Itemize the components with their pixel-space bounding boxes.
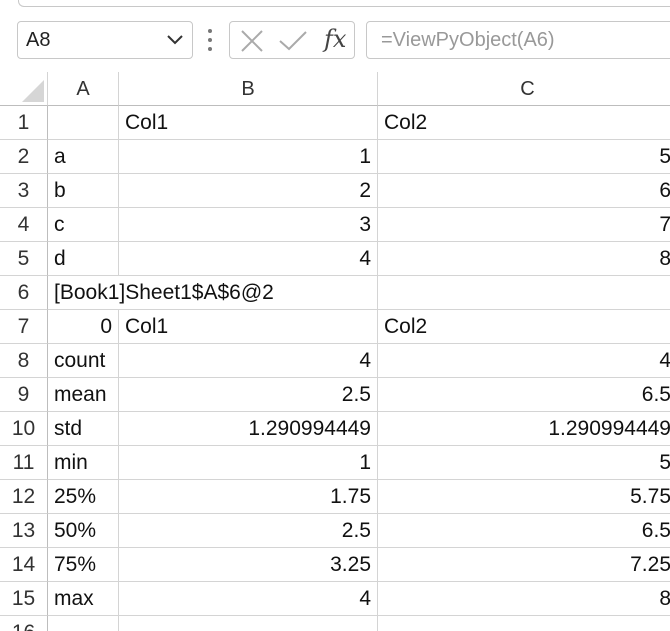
cell-c16[interactable] [378,616,670,631]
row-header-5[interactable]: 5 [0,242,48,276]
select-all-corner[interactable] [0,72,48,106]
name-box-value: A8 [26,29,51,51]
cell-c11[interactable]: 5 [378,446,670,480]
cell-b3[interactable]: 2 [119,174,378,208]
row-header-15[interactable]: 15 [0,582,48,616]
row-header-7[interactable]: 7 [0,310,48,344]
row-header-14[interactable]: 14 [0,548,48,582]
cell-c7[interactable]: Col2 [378,310,670,344]
chevron-down-icon[interactable] [166,33,184,47]
row-header-9[interactable]: 9 [0,378,48,412]
vertical-dots-icon[interactable] [205,27,215,53]
cell-b9[interactable]: 2.5 [119,378,378,412]
cell-c4[interactable]: 7 [378,208,670,242]
row-header-6[interactable]: 6 [0,276,48,310]
formula-toolbar: A8 fx =ViewPyObject(A6) [0,0,670,72]
cell-b11[interactable]: 1 [119,446,378,480]
cell-c5[interactable]: 8 [378,242,670,276]
close-icon[interactable] [240,30,264,52]
row-header-1[interactable]: 1 [0,106,48,140]
cell-a2[interactable]: a [48,140,119,174]
formula-buttons: fx [229,21,355,59]
cell-a5[interactable]: d [48,242,119,276]
cell-c6[interactable] [378,276,670,310]
cell-c9[interactable]: 6.5 [378,378,670,412]
row-header-3[interactable]: 3 [0,174,48,208]
row-header-4[interactable]: 4 [0,208,48,242]
name-box[interactable]: A8 [17,21,193,59]
cell-b10[interactable]: 1.290994449 [119,412,378,446]
spreadsheet-grid: A B C 1 Col1 Col2 2 a 1 5 3 b 2 6 4 c 3 7 5 d 4 8 6 [Book1]Shee… [0,72,670,631]
cell-b16[interactable] [119,616,378,631]
row-header-12[interactable]: 12 [0,480,48,514]
column-header-c[interactable]: C [378,72,670,106]
column-header-a[interactable]: A [48,72,119,106]
cell-c15[interactable]: 8 [378,582,670,616]
cell-a3[interactable]: b [48,174,119,208]
cell-a4[interactable]: c [48,208,119,242]
select-all-triangle-icon [22,80,44,102]
cell-b15[interactable]: 4 [119,582,378,616]
cell-c10[interactable]: 1.290994449 [378,412,670,446]
row-header-13[interactable]: 13 [0,514,48,548]
cell-b2[interactable]: 1 [119,140,378,174]
cell-c14[interactable]: 7.25 [378,548,670,582]
cell-c12[interactable]: 5.75 [378,480,670,514]
cell-a7[interactable]: 0 [48,310,119,344]
cell-b5[interactable]: 4 [119,242,378,276]
cell-a13[interactable]: 50% [48,514,119,548]
row-header-16[interactable]: 16 [0,616,48,631]
row-header-2[interactable]: 2 [0,140,48,174]
row-header-10[interactable]: 10 [0,412,48,446]
cell-a9[interactable]: mean [48,378,119,412]
cell-a16[interactable] [48,616,119,631]
cell-c2[interactable]: 5 [378,140,670,174]
cell-a15[interactable]: max [48,582,119,616]
formula-bar-value: =ViewPyObject(A6) [381,29,555,51]
cell-a11[interactable]: min [48,446,119,480]
cell-c13[interactable]: 6.5 [378,514,670,548]
cell-c8[interactable]: 4 [378,344,670,378]
cell-a6[interactable]: [Book1]Sheet1$A$6@2 [48,276,274,310]
cell-a14[interactable]: 75% [48,548,119,582]
cell-b8[interactable]: 4 [119,344,378,378]
cell-a10[interactable]: std [48,412,119,446]
cell-c1[interactable]: Col2 [378,106,670,140]
cell-a8[interactable]: count [48,344,119,378]
check-icon[interactable] [278,30,308,52]
cell-b6[interactable] [119,276,378,310]
column-header-b[interactable]: B [119,72,378,106]
row-header-8[interactable]: 8 [0,344,48,378]
formula-bar[interactable]: =ViewPyObject(A6) [366,21,670,59]
fx-icon[interactable]: fx [324,25,346,53]
cell-b7[interactable]: Col1 [119,310,378,344]
cell-b13[interactable]: 2.5 [119,514,378,548]
cell-b1[interactable]: Col1 [119,106,378,140]
row-header-11[interactable]: 11 [0,446,48,480]
cell-c3[interactable]: 6 [378,174,670,208]
ribbon-edge [18,0,670,7]
cell-b12[interactable]: 1.75 [119,480,378,514]
cell-b14[interactable]: 3.25 [119,548,378,582]
cell-a12[interactable]: 25% [48,480,119,514]
cell-b4[interactable]: 3 [119,208,378,242]
cell-a1[interactable] [48,106,119,140]
